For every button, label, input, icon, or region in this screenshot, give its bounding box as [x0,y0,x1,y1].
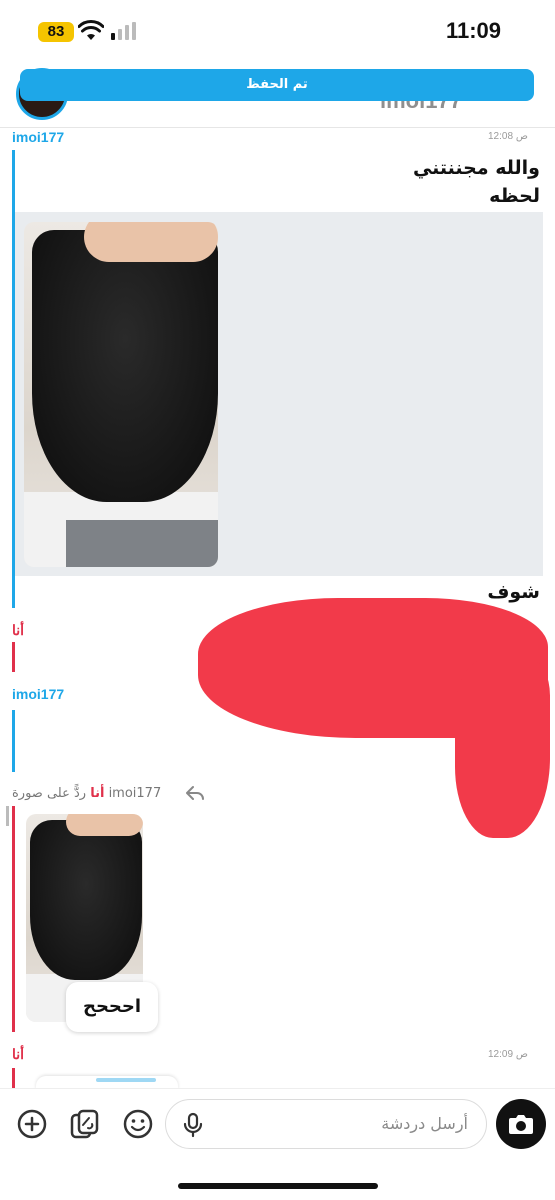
signal-icon [111,22,136,40]
reply-context: ردًّ على صورة imoi177 [12,786,162,801]
redaction-mark [455,660,550,838]
sender-bar [12,1068,15,1088]
wifi-icon [78,20,104,40]
chat-input[interactable]: أرسل دردشة [165,1099,487,1149]
sender-name: أنا [12,1046,25,1062]
reply-arrow-icon [186,786,204,800]
plus-icon[interactable] [16,1108,48,1140]
mic-icon[interactable] [180,1112,206,1138]
timestamp: 12:08 ص [488,131,528,142]
reply-header: أنا ردًّ على صورة imoi177 [12,786,161,801]
sender-name: imoi177 [12,686,65,702]
emoji-icon[interactable] [122,1108,154,1140]
clock: 11:09 [445,18,501,43]
sender-name: أنا [90,786,105,801]
sender-bar [12,806,15,1032]
timestamp: 12:09 ص [488,1049,528,1060]
message-text: لحظه [489,185,540,207]
photo[interactable] [24,222,218,567]
chat-input-placeholder: أرسل دردشة [381,1114,468,1133]
sender-bar [12,642,15,672]
sticker-icon[interactable] [69,1108,101,1140]
composer-bar: أرسل دردشة [0,1088,555,1200]
message-text: شوف [487,581,540,603]
camera-button[interactable] [496,1099,546,1149]
sender-name: أنا [12,622,25,638]
status-bar: 83 11:09 [0,0,555,60]
sender-name: imoi177 [12,129,65,145]
chat-header: imoi177 تم الحفظ [0,60,555,128]
saved-toast: تم الحفظ [20,69,534,101]
camera-icon [509,1115,533,1134]
message-text: والله مجننتني [412,157,540,179]
sender-bar [12,710,15,772]
media-card [15,212,543,576]
battery-indicator: 83 [38,22,74,42]
reply-quote-bar [6,806,9,826]
home-indicator [178,1183,378,1189]
reply-message: احححح [66,982,158,1032]
